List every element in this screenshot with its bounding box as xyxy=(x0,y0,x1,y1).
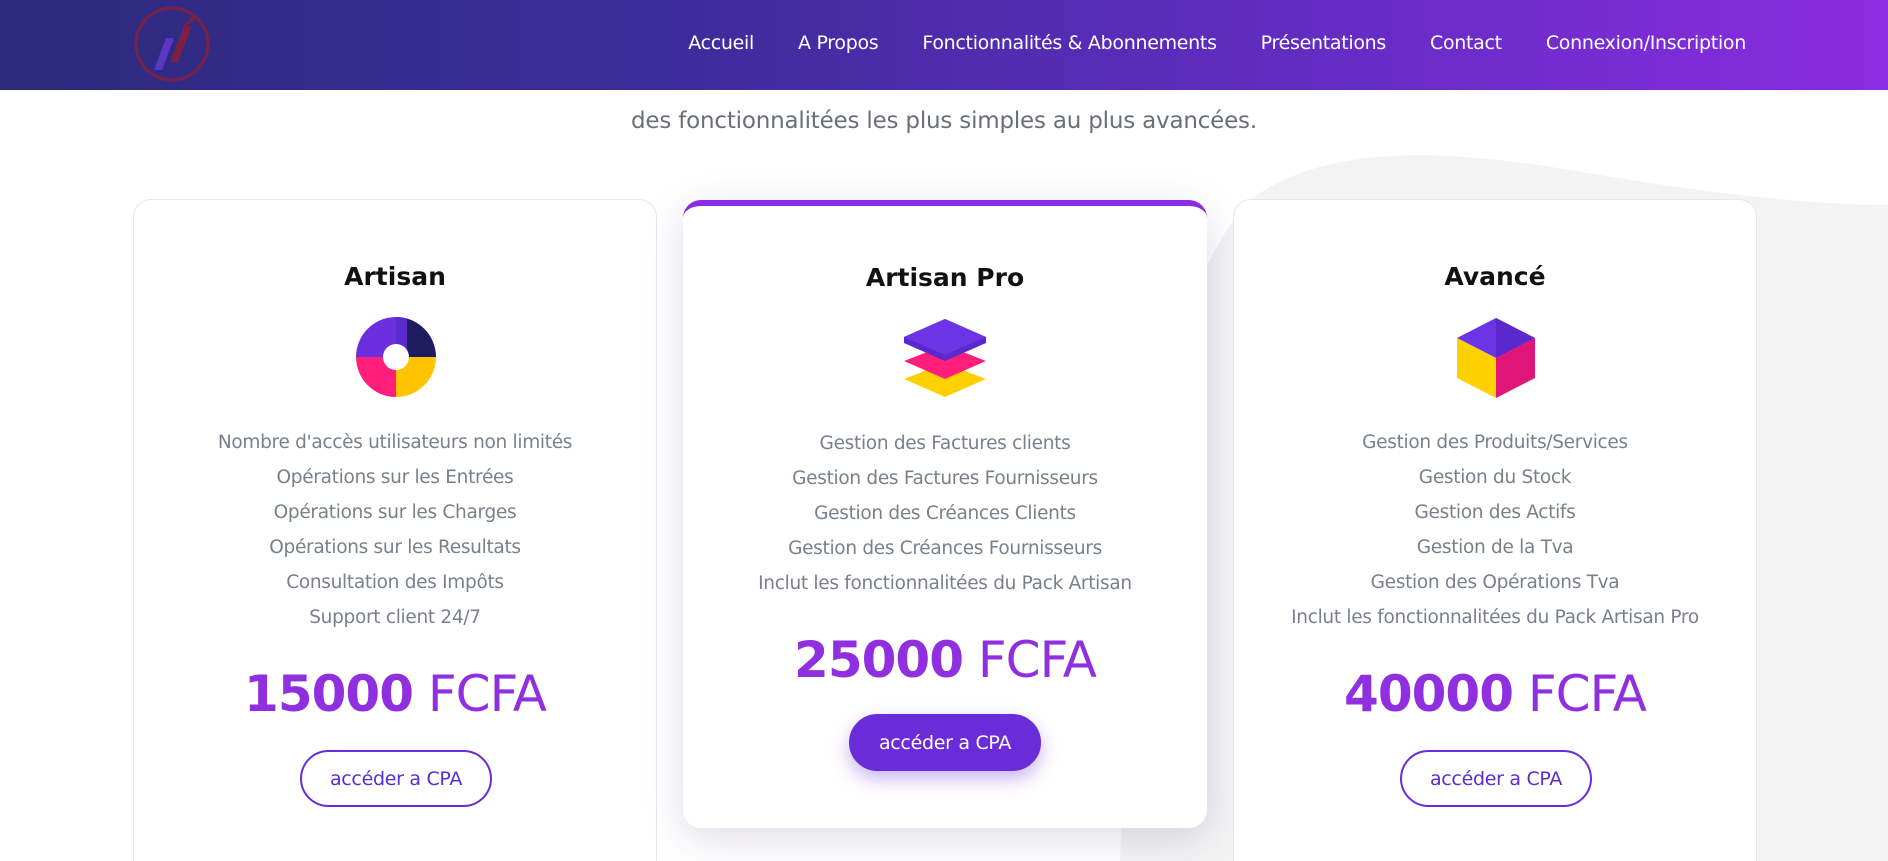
feature-item: Gestion des Factures clients xyxy=(819,433,1071,454)
feature-item: Gestion des Opérations Tva xyxy=(1370,572,1620,593)
feature-list: Gestion des Produits/Services Gestion du… xyxy=(1234,425,1756,635)
logo-icon[interactable] xyxy=(132,4,212,84)
plan-price: 25000 FCFA xyxy=(683,631,1207,689)
feature-item: Gestion des Produits/Services xyxy=(1362,432,1628,453)
pie-segments-icon xyxy=(356,316,436,397)
plan-price: 40000 FCFA xyxy=(1234,665,1756,723)
price-currency: FCFA xyxy=(977,631,1097,689)
price-amount: 15000 xyxy=(244,665,414,723)
pricing-card-avance: Avancé Gestion des Produits/Services Ges… xyxy=(1233,199,1757,861)
main-nav: Accueil A Propos Fonctionnalités & Abonn… xyxy=(688,0,1746,86)
access-cpa-button[interactable]: accéder a CPA xyxy=(300,750,492,807)
price-currency: FCFA xyxy=(1527,665,1647,723)
plan-price: 15000 FCFA xyxy=(134,665,656,723)
feature-item: Gestion de la Tva xyxy=(1416,537,1574,558)
cube-icon xyxy=(1457,318,1535,398)
feature-item: Support client 24/7 xyxy=(309,607,481,628)
feature-item: Gestion des Créances Fournisseurs xyxy=(788,538,1102,559)
access-cpa-button[interactable]: accéder a CPA xyxy=(1400,750,1592,807)
feature-item: Inclut les fonctionnalitées du Pack Arti… xyxy=(1291,607,1699,628)
feature-item: Gestion des Actifs xyxy=(1414,502,1576,523)
feature-item: Gestion des Créances Clients xyxy=(814,503,1076,524)
nav-link-a-propos[interactable]: A Propos xyxy=(798,32,879,54)
top-navbar: Accueil A Propos Fonctionnalités & Abonn… xyxy=(0,0,1888,90)
feature-list: Gestion des Factures clients Gestion des… xyxy=(683,426,1207,601)
nav-link-contact[interactable]: Contact xyxy=(1430,32,1502,54)
stacked-layers-icon xyxy=(904,319,986,397)
price-amount: 25000 xyxy=(794,631,964,689)
feature-item: Opérations sur les Entrées xyxy=(276,467,514,488)
feature-item: Gestion du Stock xyxy=(1418,467,1572,488)
feature-item: Inclut les fonctionnalitées du Pack Arti… xyxy=(758,573,1132,594)
feature-item: Opérations sur les Resultats xyxy=(269,537,521,558)
plan-title: Artisan Pro xyxy=(865,263,1025,292)
plan-title: Avancé xyxy=(1444,262,1546,291)
nav-link-presentations[interactable]: Présentations xyxy=(1261,32,1387,54)
nav-link-fonctionnalites[interactable]: Fonctionnalités & Abonnements xyxy=(922,32,1217,54)
price-currency: FCFA xyxy=(427,665,547,723)
section-subtitle: des fonctionnalitées les plus simples au… xyxy=(631,108,1257,134)
feature-list: Nombre d'accès utilisateurs non limités … xyxy=(134,425,656,635)
feature-item: Opérations sur les Charges xyxy=(273,502,517,523)
feature-item: Gestion des Factures Fournisseurs xyxy=(792,468,1098,489)
feature-item: Consultation des Impôts xyxy=(286,572,504,593)
feature-item: Nombre d'accès utilisateurs non limités xyxy=(217,432,573,453)
access-cpa-button[interactable]: accéder a CPA xyxy=(849,714,1041,771)
plan-title: Artisan xyxy=(344,262,446,291)
nav-link-connexion[interactable]: Connexion/Inscription xyxy=(1546,32,1746,54)
nav-link-accueil[interactable]: Accueil xyxy=(688,32,754,54)
price-amount: 40000 xyxy=(1344,665,1514,723)
pricing-card-artisan: Artisan Nombre d'accès utilisateurs non … xyxy=(133,199,657,861)
pricing-card-artisan-pro: Artisan Pro Gestion des Factures clients… xyxy=(683,200,1207,828)
